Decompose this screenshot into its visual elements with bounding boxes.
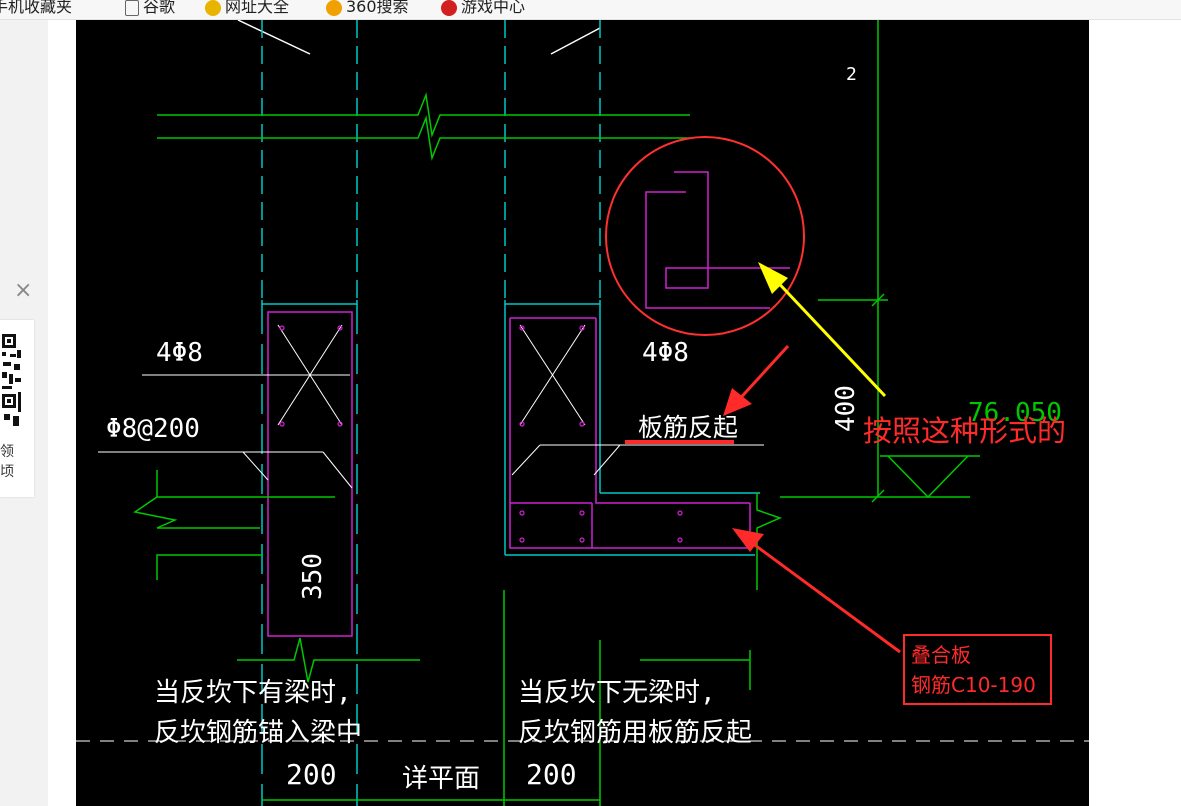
leader-line — [511, 444, 541, 476]
column-outline — [261, 300, 358, 305]
leader-line — [550, 27, 601, 55]
leader-line — [593, 444, 621, 476]
qr-code-icon — [0, 332, 22, 432]
bookmark-label: 手机收藏夹 — [0, 0, 73, 16]
break-line — [756, 493, 783, 590]
dimension-label: 200 — [526, 758, 577, 791]
annotation-note: 按照这种形式的 — [863, 414, 1067, 448]
annotation-arrow — [733, 344, 790, 406]
annotation-box: 叠合板 钢筋C10-190 — [903, 634, 1052, 705]
close-icon[interactable]: × — [14, 280, 32, 302]
bookmark-item[interactable]: 谷歌 — [125, 0, 175, 17]
bookmark-label: 360搜索 — [346, 0, 409, 16]
note-text: 反坎钢筋锚入梁中 — [154, 718, 363, 748]
stirrup-label: Φ8@200 — [106, 414, 200, 444]
note-text: 反坎钢筋用板筋反起 — [518, 718, 753, 748]
slab-line — [156, 470, 335, 498]
bookmark-label: 网址大全 — [225, 0, 290, 16]
detail-plan-label: 详平面 — [402, 764, 481, 794]
leader-line — [242, 451, 269, 481]
bookmark-label: 谷歌 — [143, 0, 176, 16]
bookmark-item[interactable]: 360搜索 — [326, 0, 409, 17]
bookmark-label: 游戏中心 — [461, 0, 526, 16]
rebar-label: 4Φ8 — [156, 338, 203, 368]
annotation-arrow — [747, 538, 901, 654]
dimension-label: 400 — [831, 385, 861, 432]
break-line — [157, 115, 690, 161]
game-center-icon — [441, 0, 457, 16]
slab-line — [156, 554, 160, 580]
bookmark-item[interactable]: 游戏中心 — [441, 0, 525, 17]
search-engine-icon — [326, 0, 342, 16]
side-char: 顷 — [0, 464, 14, 480]
break-line — [133, 496, 178, 529]
annotation-arrow — [768, 272, 887, 398]
nav-site-icon — [205, 0, 221, 16]
slab-bar-label: 板筋反起 — [638, 413, 739, 442]
annotation-box-line: 钢筋C10-190 — [911, 673, 1036, 697]
break-line — [157, 92, 690, 138]
bookmarks-bar: 手机收藏夹 谷歌 网址大全 360搜索 游戏中心 — [0, 0, 1181, 20]
note-text: 当反坎下有梁时, — [154, 678, 352, 708]
highlight-circle — [605, 136, 805, 336]
bookmark-item[interactable]: 手机收藏夹 — [0, 0, 72, 17]
annotation-box-line: 叠合板 — [911, 643, 971, 667]
column-outline — [504, 300, 601, 305]
side-char: 领 — [0, 444, 14, 460]
page-icon — [125, 0, 139, 16]
bookmark-item[interactable]: 网址大全 — [205, 0, 289, 17]
rebar-label: 4Φ8 — [642, 338, 689, 368]
elevation-symbol — [887, 455, 969, 499]
dimension-label: 200 — [286, 758, 337, 791]
qr-card[interactable]: 领 顷 — [0, 320, 34, 497]
side-card-text: 领 顷 — [0, 442, 18, 482]
dimension-label: 2 — [846, 64, 857, 85]
dimension-label: 350 — [298, 553, 328, 600]
leader-line — [237, 20, 311, 55]
note-text: 当反坎下无梁时, — [518, 678, 716, 708]
leader-line — [322, 451, 353, 489]
right-margin — [1089, 20, 1181, 806]
